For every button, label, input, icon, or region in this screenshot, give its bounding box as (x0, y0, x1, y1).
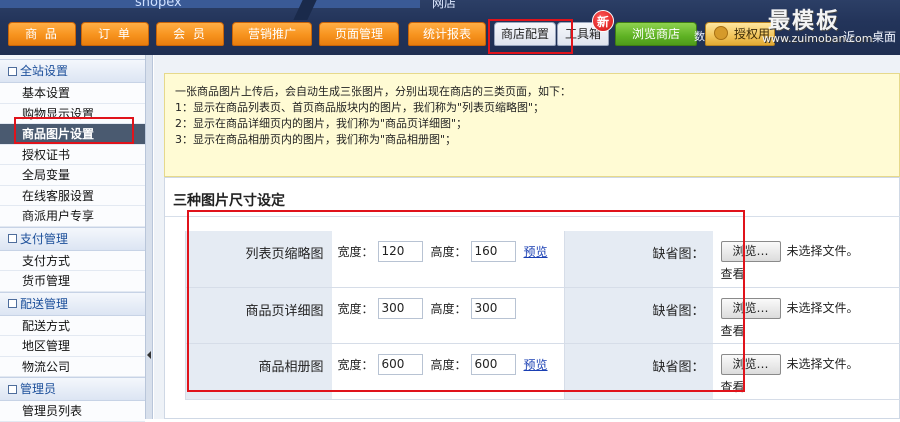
size-inputs: 宽度：600高度：600预览 (332, 343, 565, 399)
browse-button[interactable]: 浏览… (721, 241, 781, 262)
view-link[interactable]: 查看 (721, 322, 900, 339)
nav-tab-pages[interactable]: 页面管理 (319, 22, 399, 46)
table-row: 商品页详细图 宽度：300高度：300 缺省图： 浏览…未选择文件。 查看 (186, 287, 900, 343)
notice-line: 一张商品图片上传后，会自动生成三张图片，分别出现在商店的三类页面，如下： (175, 84, 889, 100)
image-size-panel: 三种图片尺寸设定 列表页缩略图 宽度：120高度：160预览 缺省图： 浏览…未… (164, 177, 900, 419)
watermark-title: 最模板 (768, 3, 840, 35)
file-picker: 浏览… 未选择文件。 查看 (713, 287, 900, 343)
brand-fragment-2: 网店 (432, 0, 456, 11)
new-badge: 新 (592, 10, 614, 32)
table-row: 列表页缩略图 宽度：120 高度：160 预览 缺省图： 浏览… 未选择文件。 查看 (186, 231, 900, 287)
nav-tab-browse-store[interactable]: 浏览商店 (615, 22, 697, 46)
notice-line: 2：显示在商品详细页内的图片，我们称为"商品页详细图"； (175, 116, 889, 132)
notice-line: 1：显示在商品列表页、首页商品版块内的图片，我们称为"列表页缩略图"； (175, 100, 889, 116)
nav-tab-members[interactable]: 会 员 (156, 22, 224, 46)
width-label: 宽度： (338, 243, 374, 260)
row-label-thumbnail: 列表页缩略图 (186, 231, 332, 287)
default-image-label: 缺省图： (565, 287, 713, 343)
desktop-link[interactable]: 桌面 (872, 28, 896, 45)
sidebar-item-global-variables[interactable]: 全局变量 (0, 165, 145, 186)
collapse-box-icon (8, 299, 17, 308)
panel-divider (165, 216, 900, 217)
nav-partial-label: 数 (694, 28, 705, 44)
notice-line: 3：显示在商品相册页内的图片，我们称为"商品相册图"； (175, 132, 889, 148)
width-label: 宽度： (338, 356, 374, 373)
height-label: 高度： (431, 300, 467, 317)
height-label: 高度： (431, 356, 467, 373)
preview-link[interactable]: 预览 (524, 243, 548, 260)
top-navigation-bar: shopex 网店 商 品 订 单 会 员 营销推广 页面管理 统计报表 商店配… (0, 0, 900, 55)
nav-tab-reports[interactable]: 统计报表 (408, 22, 486, 46)
collapse-box-icon (8, 385, 17, 394)
browse-button[interactable]: 浏览… (721, 354, 781, 375)
sidebar-item-shopping-display[interactable]: 购物显示设置 (0, 104, 145, 125)
nav-tab-marketing[interactable]: 营销推广 (232, 22, 312, 46)
brand-fragment: shopex (135, 0, 182, 10)
width-input[interactable]: 600 (378, 354, 423, 375)
view-link[interactable]: 查看 (721, 378, 900, 395)
sidebar-group-label: 配送管理 (20, 293, 68, 315)
sidebar-item-license[interactable]: 授权证书 (0, 145, 145, 166)
height-input[interactable]: 160 (471, 241, 516, 262)
sidebar-group-shipping[interactable]: 配送管理 (0, 292, 145, 316)
sidebar-item-online-service[interactable]: 在线客服设置 (0, 186, 145, 207)
view-link[interactable]: 查看 (721, 265, 900, 282)
sidebar-group-label: 支付管理 (20, 228, 68, 250)
sidebar-item-admin-list[interactable]: 管理员列表 (0, 401, 145, 422)
default-image-label: 缺省图： (565, 231, 713, 287)
nav-tab-store-config[interactable]: 商店配置 (494, 22, 556, 46)
sidebar-item-shipping-methods[interactable]: 配送方式 (0, 316, 145, 337)
sidebar-item-shopex-exclusive[interactable]: 商派用户专享 (0, 206, 145, 227)
size-inputs: 宽度：300高度：300 (332, 287, 565, 343)
height-input[interactable]: 600 (471, 354, 516, 375)
collapse-box-icon (8, 67, 17, 76)
sidebar-group-admins[interactable]: 管理员 (0, 377, 145, 401)
sidebar-group-label: 管理员 (20, 378, 56, 400)
nav-tab-products[interactable]: 商 品 (8, 22, 76, 46)
row-label-album: 商品相册图 (186, 343, 332, 399)
row-label-detail: 商品页详细图 (186, 287, 332, 343)
height-label: 高度： (431, 243, 467, 260)
width-label: 宽度： (338, 300, 374, 317)
width-input[interactable]: 300 (378, 298, 423, 319)
sidebar-item-payment-methods[interactable]: 支付方式 (0, 251, 145, 272)
file-status: 未选择文件。 (787, 298, 859, 319)
collapse-arrow-icon (147, 351, 151, 359)
default-image-label: 缺省图： (565, 343, 713, 399)
browse-button[interactable]: 浏览… (721, 298, 781, 319)
sidebar-item-product-image-settings[interactable]: 商品图片设置 (0, 124, 145, 145)
file-status: 未选择文件。 (787, 241, 859, 262)
sidebar-item-currency[interactable]: 货币管理 (0, 271, 145, 292)
image-size-table: 列表页缩略图 宽度：120高度：160预览 缺省图： 浏览…未选择文件。 查看 … (185, 231, 900, 400)
sidebar-group-label: 全站设置 (20, 60, 68, 82)
table-row: 商品相册图 宽度：600高度：600预览 缺省图： 浏览…未选择文件。 查看 (186, 343, 900, 399)
file-picker: 浏览… 未选择文件。 查看 (713, 231, 900, 287)
sidebar-group-site-settings[interactable]: 全站设置 (0, 59, 145, 83)
sidebar-collapse-handle[interactable] (146, 55, 153, 419)
info-notice: 一张商品图片上传后，会自动生成三张图片，分别出现在商店的三类页面，如下： 1：显… (164, 73, 900, 177)
sidebar: 全站设置 基本设置 购物显示设置 商品图片设置 授权证书 全局变量 在线客服设置… (0, 55, 146, 419)
width-input[interactable]: 120 (378, 241, 423, 262)
panel-title: 三种图片尺寸设定 (173, 190, 285, 210)
collapse-box-icon (8, 234, 17, 243)
nav-tab-orders[interactable]: 订 单 (81, 22, 149, 46)
sidebar-group-payment[interactable]: 支付管理 (0, 227, 145, 251)
sidebar-item-basic-settings[interactable]: 基本设置 (0, 83, 145, 104)
sidebar-item-logistics[interactable]: 物流公司 (0, 357, 145, 378)
logo-strip (0, 0, 420, 8)
size-inputs: 宽度：120 高度：160 预览 (332, 231, 565, 287)
file-picker: 浏览… 未选择文件。 查看 (713, 343, 900, 399)
user-icon (714, 26, 728, 40)
sidebar-item-regions[interactable]: 地区管理 (0, 336, 145, 357)
file-status: 未选择文件。 (787, 354, 859, 375)
main-content: 一张商品图片上传后，会自动生成三张图片，分别出现在商店的三类页面，如下： 1：显… (154, 55, 900, 419)
height-input[interactable]: 300 (471, 298, 516, 319)
watermark-url: www.zuimoban.com (762, 32, 872, 45)
preview-link[interactable]: 预览 (524, 356, 548, 373)
